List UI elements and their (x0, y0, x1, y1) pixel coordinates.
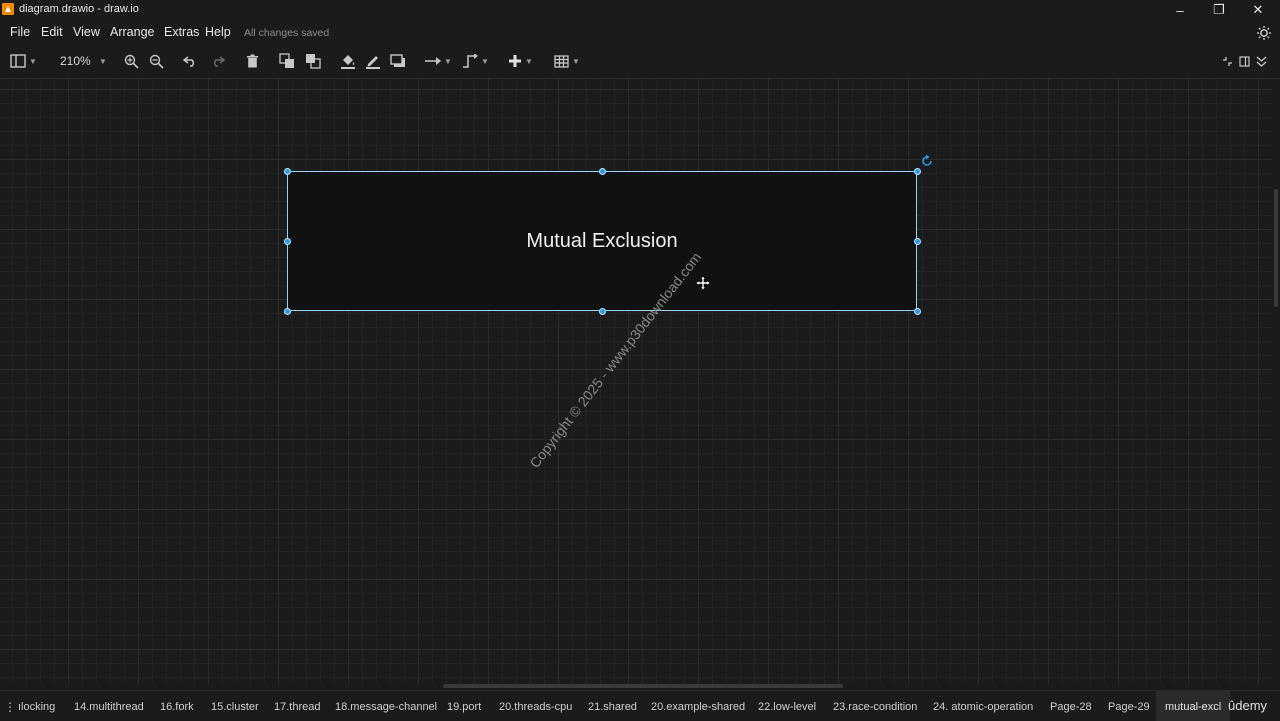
waypoints-icon (463, 54, 478, 68)
to-back-icon (306, 54, 321, 69)
menu-extras[interactable]: Extras (164, 25, 199, 39)
rotate-handle-icon[interactable] (920, 154, 934, 168)
resize-handle-top[interactable] (599, 168, 606, 175)
plus-icon (509, 55, 521, 67)
zoom-in-button[interactable] (124, 53, 139, 69)
page-tab[interactable]: 24. atomic-operation (933, 701, 1033, 713)
double-chevron-down-icon (1256, 56, 1267, 67)
menu-bar: File Edit View Arrange Extras Help All c… (0, 20, 1280, 44)
diagram-canvas[interactable] (0, 79, 1272, 684)
delete-button[interactable] (246, 53, 259, 69)
shape-label[interactable]: Mutual Exclusion (288, 230, 916, 253)
page-tab[interactable]: 21.shared (588, 701, 637, 713)
collapse-icon (1223, 56, 1232, 66)
to-front-icon (279, 53, 294, 68)
theme-toggle-icon[interactable] (1256, 25, 1272, 41)
sidebar-toggle-button[interactable]: ▼ (10, 53, 37, 69)
page-tab[interactable]: 15.cluster (211, 701, 259, 713)
panel-layout-icon (10, 54, 26, 68)
connection-style-button[interactable]: ▼ (425, 53, 452, 69)
pages-menu-icon[interactable]: ⋮ (4, 700, 16, 714)
maximize-button[interactable]: ❐ (1201, 0, 1237, 20)
to-back-button[interactable] (305, 53, 321, 69)
collapse-toolbar-button[interactable] (1256, 53, 1267, 69)
save-status: All changes saved (244, 27, 330, 39)
zoom-out-button[interactable] (149, 53, 164, 69)
fill-color-button[interactable] (340, 53, 356, 69)
page-tab[interactable]: 20.threads-cpu (499, 701, 572, 713)
udemy-logo: ûdemy (1228, 698, 1268, 713)
chevron-down-icon: ▼ (481, 56, 489, 66)
chevron-down-icon: ▼ (29, 56, 37, 66)
close-button[interactable]: ✕ (1240, 0, 1276, 20)
page-tab[interactable]: 18.message-channel (335, 701, 437, 713)
page-tab[interactable]: 19.port (447, 701, 481, 713)
vertical-scroll-thumb[interactable] (1274, 189, 1278, 307)
line-color-button[interactable] (365, 53, 381, 69)
move-cursor-icon (696, 276, 710, 290)
pencil-icon (366, 56, 380, 69)
zoom-in-icon (124, 54, 139, 69)
to-front-button[interactable] (279, 53, 295, 69)
page-tab[interactable]: 16.fork (160, 701, 194, 713)
page-tab[interactable]: 23.race-condition (833, 701, 917, 713)
menu-view[interactable]: View (73, 25, 100, 39)
table-button[interactable]: ▼ (554, 53, 580, 69)
chevron-down-icon: ▼ (444, 56, 452, 66)
resize-handle-top-left[interactable] (284, 168, 291, 175)
resize-handle-bottom-right[interactable] (914, 308, 921, 315)
page-tab[interactable]: 20.example-shared (651, 701, 745, 713)
page-tab[interactable]: 22.low-level (758, 701, 816, 713)
toolbar: ▼ 210% ▼ ▼ ▼ ▼ ▼ (0, 44, 1280, 79)
zoom-out-icon (149, 54, 164, 69)
insert-button[interactable]: ▼ (508, 53, 533, 69)
format-panel-icon (1239, 55, 1250, 67)
resize-handle-right[interactable] (914, 238, 921, 245)
menu-file[interactable]: File (10, 25, 30, 39)
chevron-down-icon: ▼ (572, 56, 580, 66)
window-title: diagram.drawio - draw.io (19, 3, 139, 15)
page-tab[interactable]: Page-29 (1108, 701, 1150, 713)
page-tab[interactable]: Page-28 (1050, 701, 1092, 713)
chevron-down-icon: ▼ (525, 56, 533, 66)
drawio-logo-icon (2, 3, 14, 15)
resize-handle-bottom[interactable] (599, 308, 606, 315)
chevron-down-icon[interactable]: ▼ (99, 57, 107, 66)
trash-icon (247, 54, 258, 68)
menu-edit[interactable]: Edit (41, 25, 63, 39)
resize-handle-top-right[interactable] (914, 168, 921, 175)
resize-handle-bottom-left[interactable] (284, 308, 291, 315)
shadow-button[interactable] (390, 53, 406, 69)
waypoints-button[interactable]: ▼ (462, 53, 489, 69)
page-tab-active[interactable]: mutual-excl (1156, 691, 1231, 721)
undo-button[interactable] (183, 53, 198, 69)
page-tab-bar: ⋮ ılocking 14.multithread 16.fork 15.clu… (0, 690, 1280, 721)
undo-icon (183, 56, 195, 67)
arrow-right-icon (425, 57, 441, 65)
redo-button[interactable] (210, 53, 225, 69)
page-tab[interactable]: ılocking (18, 701, 55, 713)
format-panel-button[interactable] (1239, 53, 1250, 69)
vertical-scrollbar[interactable] (1272, 79, 1280, 684)
horizontal-scroll-thumb[interactable] (443, 684, 843, 688)
menu-help[interactable]: Help (205, 25, 231, 39)
page-tab[interactable]: 17.thread (274, 701, 320, 713)
zoom-level[interactable]: 210% (60, 54, 91, 68)
minimize-button[interactable]: – (1162, 0, 1198, 20)
redo-icon (213, 56, 225, 67)
selected-rectangle-shape[interactable]: Mutual Exclusion (287, 171, 917, 311)
resize-handle-left[interactable] (284, 238, 291, 245)
menu-arrange[interactable]: Arrange (110, 25, 154, 39)
page-tab[interactable]: 14.multithread (74, 701, 144, 713)
fullscreen-button[interactable] (1222, 53, 1233, 69)
paint-bucket-icon (341, 55, 355, 69)
shadow-icon (390, 54, 405, 67)
title-bar: diagram.drawio - draw.io – ❐ ✕ (0, 0, 1280, 20)
table-icon (554, 54, 569, 68)
